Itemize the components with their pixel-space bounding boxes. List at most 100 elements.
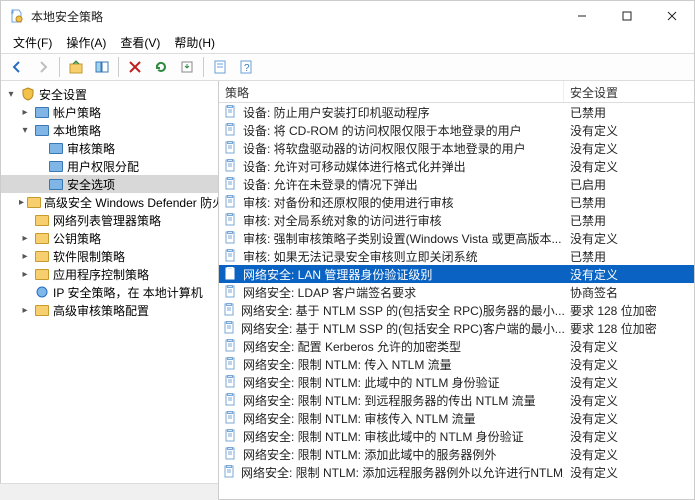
- expand-icon[interactable]: ▸: [19, 107, 31, 118]
- folder-icon: [27, 194, 41, 210]
- policy-row[interactable]: 网络安全: 基于 NTLM SSP 的(包括安全 RPC)服务器的最小...要求…: [219, 301, 694, 319]
- properties-button[interactable]: [208, 56, 232, 78]
- policy-row[interactable]: 网络安全: 限制 NTLM: 添加此域中的服务器例外没有定义: [219, 445, 694, 463]
- policy-row[interactable]: 网络安全: 限制 NTLM: 到远程服务器的传出 NTLM 流量没有定义: [219, 391, 694, 409]
- menu-action[interactable]: 操作(A): [60, 32, 112, 53]
- policy-name: 网络安全: 限制 NTLM: 添加远程服务器例外以允许进行NTLM身份验证: [241, 464, 564, 481]
- policy-row[interactable]: 网络安全: 限制 NTLM: 审核传入 NTLM 流量没有定义: [219, 409, 694, 427]
- policy-icon: [223, 302, 237, 318]
- up-button[interactable]: [64, 56, 88, 78]
- help-button[interactable]: ?: [234, 56, 258, 78]
- policy-row[interactable]: 网络安全: 配置 Kerberos 允许的加密类型没有定义: [219, 337, 694, 355]
- back-button[interactable]: [5, 56, 29, 78]
- folder-icon: [34, 248, 50, 264]
- policy-icon: [223, 158, 239, 174]
- policy-value: 没有定义: [570, 430, 618, 444]
- tree-local-policies[interactable]: ▾ 本地策略: [1, 121, 218, 139]
- policy-icon: [223, 212, 239, 228]
- svg-text:?: ?: [244, 63, 250, 74]
- close-button[interactable]: [649, 1, 694, 31]
- tree-srp[interactable]: ▸ 软件限制策略: [1, 247, 218, 265]
- policy-row[interactable]: 设备: 将 CD-ROM 的访问权限仅限于本地登录的用户没有定义: [219, 121, 694, 139]
- policy-row[interactable]: 网络安全: 限制 NTLM: 此域中的 NTLM 身份验证没有定义: [219, 373, 694, 391]
- policy-icon: [223, 140, 239, 156]
- policy-icon: [223, 410, 239, 426]
- tree-label: 用户权限分配: [67, 158, 139, 175]
- policy-name: 设备: 防止用户安装打印机驱动程序: [243, 104, 430, 121]
- folder-icon: [48, 158, 64, 174]
- tree-label: 高级安全 Windows Defender 防火墙: [44, 194, 219, 211]
- navigation-tree[interactable]: ▾ 安全设置 ▸ 帐户策略 ▾ 本地策略 审核策略 用户权限分配 安全选项 ▸: [1, 81, 219, 499]
- folder-icon: [48, 140, 64, 156]
- policy-row[interactable]: 审核: 强制审核策略子类别设置(Windows Vista 或更高版本...没有…: [219, 229, 694, 247]
- minimize-button[interactable]: [559, 1, 604, 31]
- tree-label: 安全选项: [67, 176, 115, 193]
- policy-row[interactable]: 审核: 对全局系统对象的访问进行审核已禁用: [219, 211, 694, 229]
- policy-value: 没有定义: [570, 268, 618, 282]
- policy-value: 已禁用: [570, 106, 606, 120]
- menu-file[interactable]: 文件(F): [7, 32, 58, 53]
- policy-name: 审核: 对备份和还原权限的使用进行审核: [243, 194, 454, 211]
- policy-name: 网络安全: LDAP 客户端签名要求: [243, 284, 416, 301]
- menu-help[interactable]: 帮助(H): [168, 32, 221, 53]
- expand-icon[interactable]: ▸: [19, 251, 31, 262]
- show-hide-tree-button[interactable]: [90, 56, 114, 78]
- export-button[interactable]: [175, 56, 199, 78]
- expand-icon[interactable]: ▸: [19, 197, 24, 208]
- expand-icon[interactable]: ▸: [19, 305, 31, 316]
- tree-appctrl[interactable]: ▸ 应用程序控制策略: [1, 265, 218, 283]
- policy-row[interactable]: 网络安全: LAN 管理器身份验证级别没有定义: [219, 265, 694, 283]
- list-header: 策略 安全设置: [219, 81, 694, 103]
- policy-name: 设备: 将 CD-ROM 的访问权限仅限于本地登录的用户: [243, 122, 522, 139]
- policy-value: 要求 128 位加密: [570, 322, 657, 336]
- tree-account-policies[interactable]: ▸ 帐户策略: [1, 103, 218, 121]
- tree-advaudit[interactable]: ▸ 高级审核策略配置: [1, 301, 218, 319]
- expand-icon[interactable]: ▸: [19, 269, 31, 280]
- tree-defender[interactable]: ▸ 高级安全 Windows Defender 防火墙: [1, 193, 218, 211]
- policy-row[interactable]: 网络安全: 限制 NTLM: 审核此域中的 NTLM 身份验证没有定义: [219, 427, 694, 445]
- policy-icon: [223, 230, 239, 246]
- policy-row[interactable]: 审核: 对备份和还原权限的使用进行审核 已禁用: [219, 193, 694, 211]
- tree-ipsec[interactable]: IP 安全策略，在 本地计算机: [1, 283, 218, 301]
- column-header-policy[interactable]: 策略: [219, 81, 564, 102]
- policy-value: 已禁用: [570, 214, 606, 228]
- tree-security-options[interactable]: 安全选项: [1, 175, 218, 193]
- policy-row[interactable]: 设备: 允许对可移动媒体进行格式化并弹出没有定义: [219, 157, 694, 175]
- list-body[interactable]: 设备: 防止用户安装打印机驱动程序已禁用设备: 将 CD-ROM 的访问权限仅限…: [219, 103, 694, 499]
- refresh-button[interactable]: [149, 56, 173, 78]
- folder-icon: [34, 104, 50, 120]
- policy-row[interactable]: 设备: 将软盘驱动器的访问权限仅限于本地登录的用户没有定义: [219, 139, 694, 157]
- tree-label: IP 安全策略，在 本地计算机: [53, 284, 203, 301]
- policy-row[interactable]: 设备: 防止用户安装打印机驱动程序 已禁用: [219, 103, 694, 121]
- policy-value: 要求 128 位加密: [570, 304, 657, 318]
- tree-audit-policy[interactable]: 审核策略: [1, 139, 218, 157]
- policy-icon: [223, 374, 239, 390]
- tree-horizontal-scrollbar[interactable]: [1, 483, 218, 499]
- tree-netlist[interactable]: 网络列表管理器策略: [1, 211, 218, 229]
- column-header-setting[interactable]: 安全设置: [564, 81, 694, 102]
- policy-icon: [223, 320, 237, 336]
- tree-pubkey[interactable]: ▸ 公钥策略: [1, 229, 218, 247]
- policy-row[interactable]: 网络安全: 基于 NTLM SSP 的(包括安全 RPC)客户端的最小...要求…: [219, 319, 694, 337]
- collapse-icon[interactable]: ▾: [19, 125, 31, 136]
- policy-row[interactable]: 设备: 允许在未登录的情况下弹出已启用: [219, 175, 694, 193]
- forward-button[interactable]: [31, 56, 55, 78]
- policy-name: 网络安全: 限制 NTLM: 审核传入 NTLM 流量: [243, 410, 476, 427]
- delete-button[interactable]: [123, 56, 147, 78]
- ipsec-icon: [34, 284, 50, 300]
- policy-row[interactable]: 审核: 如果无法记录安全审核则立即关闭系统已禁用: [219, 247, 694, 265]
- policy-name: 网络安全: 配置 Kerberos 允许的加密类型: [243, 338, 461, 355]
- policy-row[interactable]: 网络安全: 限制 NTLM: 添加远程服务器例外以允许进行NTLM身份验证没有定…: [219, 463, 694, 481]
- tree-root[interactable]: ▾ 安全设置: [1, 85, 218, 103]
- policy-row[interactable]: 网络安全: LDAP 客户端签名要求协商签名: [219, 283, 694, 301]
- policy-row[interactable]: 网络安全: 限制 NTLM: 传入 NTLM 流量没有定义: [219, 355, 694, 373]
- tree-label: 软件限制策略: [53, 248, 125, 265]
- expand-icon[interactable]: ▸: [19, 233, 31, 244]
- collapse-icon[interactable]: ▾: [5, 89, 17, 100]
- policy-list: 策略 安全设置 设备: 防止用户安装打印机驱动程序已禁用设备: 将 CD-ROM…: [219, 81, 694, 499]
- menu-view[interactable]: 查看(V): [114, 32, 166, 53]
- policy-value: 已禁用: [570, 196, 606, 210]
- tree-label: 安全设置: [39, 86, 87, 103]
- tree-user-rights[interactable]: 用户权限分配: [1, 157, 218, 175]
- maximize-button[interactable]: [604, 1, 649, 31]
